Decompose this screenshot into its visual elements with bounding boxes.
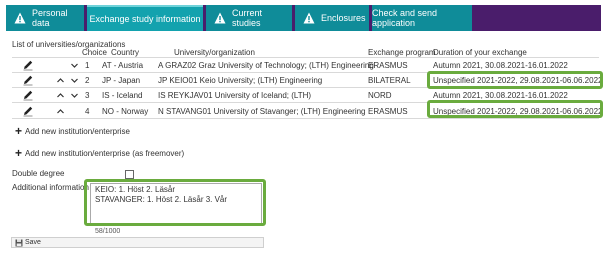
column-header-program: Exchange program [368, 48, 436, 57]
plus-icon: + [15, 146, 23, 160]
tab-check-and-send-application[interactable]: Check and send application [372, 5, 472, 31]
add-freemover-label: Add new institution/enterprise (as freem… [25, 148, 185, 158]
chevron-up-icon[interactable] [56, 91, 65, 100]
double-degree-label: Double degree [12, 169, 65, 178]
tab-bar: Personal data Exchange study information… [0, 0, 605, 36]
add-institution-label: Add new institution/enterprise [25, 126, 130, 136]
program-cell: ERASMUS [368, 61, 408, 70]
choice-cell: 2 [85, 76, 90, 85]
university-cell: N STAVANG01 University of Stavanger; (LT… [158, 107, 366, 116]
tab-label: Exchange study information [89, 14, 201, 24]
duration-cell: Autumn 2021, 30.08.2021-16.01.2022 [433, 61, 568, 70]
tab-label: Enclosures [321, 13, 366, 23]
tab-exchange-study-information[interactable]: Exchange study information [87, 5, 203, 31]
highlight-box [427, 100, 603, 118]
university-cell: A GRAZ02 Graz University of Technology; … [158, 61, 374, 70]
program-cell: BILATERAL [368, 76, 411, 85]
column-header-choice: Choice [82, 48, 107, 57]
duration-cell: Autumn 2021, 30.08.2021-16.01.2022 [433, 91, 568, 100]
edit-pencil-icon[interactable] [22, 89, 34, 101]
chevron-down-icon[interactable] [70, 91, 79, 100]
column-header-duration: Duration of your exchange [433, 48, 527, 57]
add-institution-link[interactable]: + Add new institution/enterprise [15, 124, 130, 138]
highlight-box [427, 71, 603, 89]
highlight-box [84, 179, 266, 226]
country-cell: JP - Japan [102, 76, 141, 85]
edit-pencil-icon[interactable] [22, 74, 34, 86]
double-degree-checkbox[interactable] [125, 170, 134, 179]
save-label: Save [25, 239, 41, 246]
choice-cell: 3 [85, 91, 90, 100]
program-cell: NORD [368, 91, 392, 100]
warning-icon [14, 12, 26, 24]
warning-icon [303, 12, 315, 24]
country-cell: AT - Austria [102, 61, 144, 70]
tab-personal-data[interactable]: Personal data [6, 5, 84, 31]
country-cell: NO - Norway [102, 107, 149, 116]
warning-icon [214, 12, 226, 24]
chevron-up-icon[interactable] [56, 107, 65, 116]
column-header-country: Country [111, 48, 140, 57]
edit-pencil-icon[interactable] [22, 105, 34, 117]
row-divider [12, 57, 599, 58]
char-counter: 58/1000 [95, 228, 121, 235]
plus-icon: + [15, 124, 23, 138]
country-cell: IS - Iceland [102, 91, 143, 100]
tab-enclosures[interactable]: Enclosures [295, 5, 369, 31]
choice-cell: 1 [85, 61, 90, 70]
university-cell: JP KEIO01 Keio University; (LTH) Enginee… [158, 76, 323, 85]
chevron-up-icon[interactable] [56, 76, 65, 85]
program-cell: ERASMUS [368, 107, 408, 116]
chevron-down-icon[interactable] [70, 76, 79, 85]
tab-label: Check and send application [372, 8, 438, 28]
save-button[interactable]: Save [11, 237, 264, 248]
tab-strip: Personal data Exchange study information… [6, 5, 601, 31]
chevron-down-icon[interactable] [70, 61, 79, 70]
section-title: List of universities/organizations [12, 40, 126, 49]
row-divider [12, 118, 599, 119]
tab-label: Current studies [232, 8, 263, 28]
column-header-university: University/organization [174, 48, 255, 57]
add-freemover-link[interactable]: + Add new institution/enterprise (as fre… [15, 146, 185, 160]
tab-current-studies[interactable]: Current studies [206, 5, 292, 31]
additional-info-label: Additional information [12, 183, 89, 192]
edit-pencil-icon[interactable] [22, 59, 34, 71]
floppy-disk-icon [15, 239, 23, 246]
choice-cell: 4 [85, 107, 90, 116]
university-cell: IS REYKJAV01 University of Iceland; (LTH… [158, 91, 312, 100]
tab-label: Personal data [32, 8, 68, 28]
